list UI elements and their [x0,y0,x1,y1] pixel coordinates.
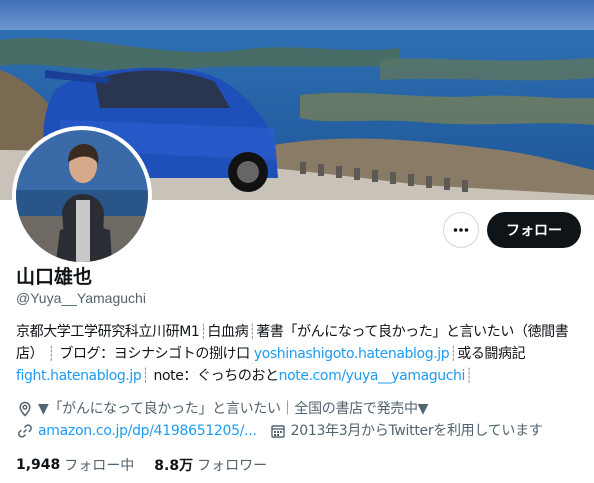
bio-text: 京都大学工学研究科立川研M1 [16,324,200,340]
profile-bio: 京都大学工学研究科立川研M1┊白血病┊著書「がんになって良かった」と言いたい（徳… [16,321,582,387]
avatar[interactable] [12,126,152,266]
bio-separator: ┊ [464,368,474,384]
more-dots-icon [453,228,469,232]
location-text: ▼「がんになって良かった」と言いたい｜全国の書店で発売中▼ [38,401,429,417]
fight-blog-link[interactable]: fight.hatenablog.jp [16,368,142,384]
bio-text: note：ぐっちのおと [153,368,279,384]
joined-date: 2013年3月からTwitterを利用しています [290,423,543,439]
display-name: 山口雄也 [16,266,93,288]
bio-text: ブログ：ヨシナシゴトの捌け口 [59,346,254,362]
bio-text: 或る闘病記 [457,346,526,362]
bio-separator: ┊ [141,368,150,384]
following-count: 1,948 [16,457,61,473]
calendar-icon [269,422,287,440]
followers-count: 8.8万 [154,458,194,474]
location-pin-icon [16,400,34,418]
blog-link[interactable]: yoshinashigoto.hatenablog.jp [254,346,450,362]
followers-label: フォロワー [197,458,268,474]
following-label: フォロー中 [64,458,135,474]
more-options-button[interactable] [443,212,479,248]
location-row: ▼「がんになって良かった」と言いたい｜全国の書店で発売中▼ [16,398,582,420]
followers-link[interactable]: 8.8万 フォロワー [154,455,267,475]
profile-meta: ▼「がんになって良かった」と言いたい｜全国の書店で発売中▼ amazon.co.… [16,398,582,442]
follow-button[interactable]: フォロー [487,212,581,248]
url-joined-row: amazon.co.jp/dp/4198651205/... 2013年3月から… [16,420,582,442]
note-link[interactable]: note.com/yuya__yamaguchi [279,368,466,384]
user-handle: @Yuya__Yamaguchi [16,290,146,306]
link-icon [16,422,34,440]
bio-separator: ┊ [47,346,56,362]
profile-url-link[interactable]: amazon.co.jp/dp/4198651205/... [38,420,257,442]
following-link[interactable]: 1,948 フォロー中 [16,455,134,475]
follow-stats: 1,948 フォロー中 8.8万 フォロワー [16,455,267,475]
bio-text: 白血病 [207,324,249,340]
